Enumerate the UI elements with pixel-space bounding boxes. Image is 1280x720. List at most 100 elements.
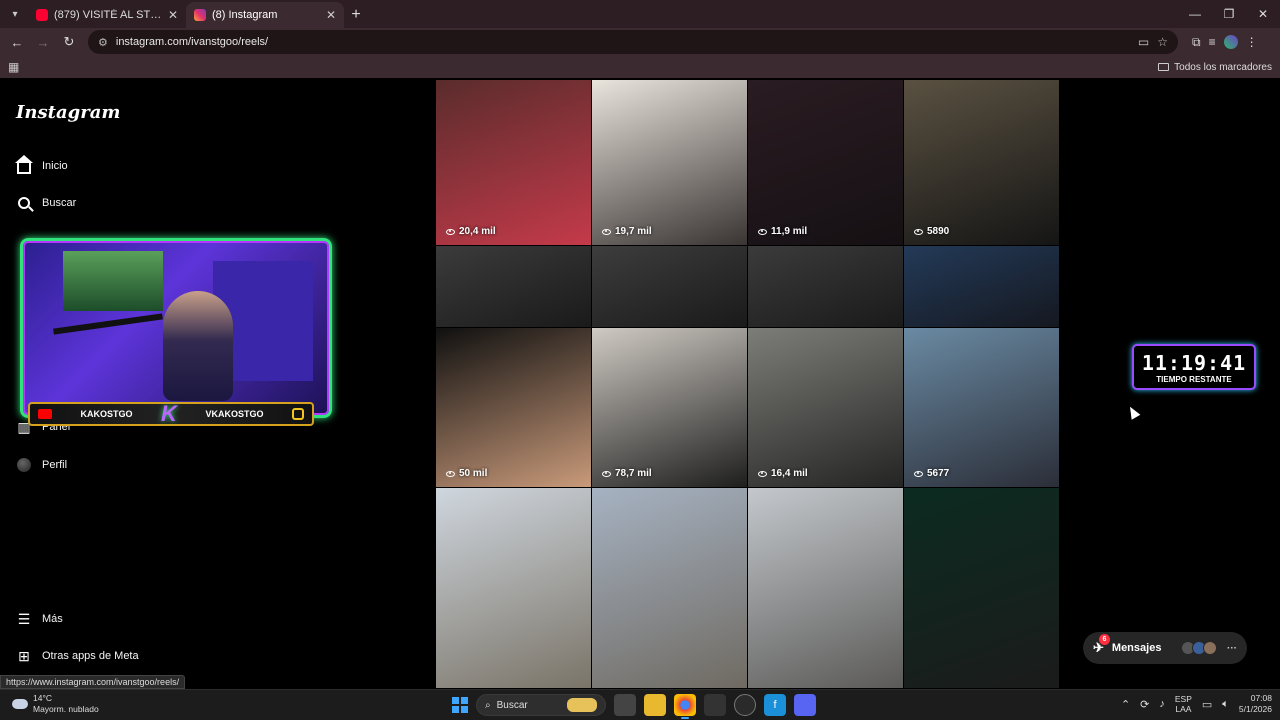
all-bookmarks-button[interactable]: Todos los marcadores [1158,62,1272,73]
windows-taskbar: 14°C Mayorm. nublado ⌕ Buscar f ⌃ ⟳ ♪ ES… [0,689,1280,720]
volume-icon[interactable]: 🔈︎ [1222,698,1229,711]
back-button[interactable]: ← [6,31,28,53]
windows-start-icon[interactable] [452,697,468,713]
app-icon[interactable] [704,694,726,716]
view-count: 5677 [914,468,949,479]
k-logo: K [161,401,177,426]
extensions-icon[interactable]: ⧉ [1192,35,1201,50]
nav-more[interactable]: ☰ Más [16,611,63,627]
network-icon[interactable]: ▭ [1202,698,1212,711]
file-explorer-icon[interactable] [644,694,666,716]
weather-widget[interactable]: 14°C Mayorm. nublado [12,693,99,715]
view-count-text: 50 mil [459,468,488,479]
sync-icon[interactable]: ⟳ [1140,698,1149,711]
taskbar-search[interactable]: ⌕ Buscar [476,694,606,716]
restore-button[interactable]: ❐ [1212,0,1246,28]
reel-thumbnail[interactable]: 20,4 mil [436,80,591,245]
weather-temp: 14°C [33,693,52,703]
eye-icon [602,228,611,235]
meta-icon: ⊞ [18,647,30,664]
reel-thumbnail[interactable] [904,246,1059,327]
view-count: 19,7 mil [602,226,652,237]
reel-thumbnail[interactable] [748,488,903,688]
view-count-text: 11,9 mil [771,226,808,237]
reel-thumbnail[interactable] [748,246,903,327]
nav-label: Más [42,613,63,625]
timer-label: TIEMPO RESTANTE [1156,374,1232,384]
tab-instagram[interactable]: (8) Instagram ✕ [186,2,344,28]
app-f-icon[interactable]: f [764,694,786,716]
url-text: instagram.com/ivanstgoo/reels/ [115,36,269,48]
search-highlight-icon [567,698,597,712]
close-window-button[interactable]: ✕ [1246,0,1280,28]
address-bar[interactable]: ⚙ instagram.com/ivanstgoo/reels/ ▭ ☆ [88,30,1178,54]
forward-button[interactable]: → [32,31,54,53]
clock[interactable]: 07:08 5/1/2026 [1239,693,1272,715]
reel-thumbnail[interactable]: 19,7 mil [592,80,747,245]
reel-thumbnail[interactable]: 78,7 mil [592,328,747,487]
profile-avatar[interactable] [1223,35,1238,49]
screen: ▾ (879) VISITÉ AL STREAMER MÁS ✕ (8) Ins… [0,0,1280,720]
nav-label: Otras apps de Meta [42,650,139,662]
window-background [63,251,163,311]
eye-icon [758,470,767,477]
mic-icon[interactable]: ♪ [1159,698,1165,710]
discord-icon[interactable] [794,694,816,716]
language-indicator[interactable]: ESP LAA [1175,694,1192,714]
left-handle: KAKOSTGO [80,409,133,419]
tab-youtube[interactable]: (879) VISITÉ AL STREAMER MÁS ✕ [28,2,186,28]
view-count: 11,9 mil [758,226,807,237]
instagram-icon [194,9,206,21]
reload-button[interactable]: ↻ [58,31,80,53]
nav-profile[interactable]: Perfil [16,457,67,473]
cast-icon[interactable]: ▭ [1138,35,1149,49]
reel-thumbnail[interactable] [436,246,591,327]
all-bookmarks-label: Todos los marcadores [1174,61,1272,73]
reel-thumbnail[interactable]: 5677 [904,328,1059,487]
reel-thumbnail[interactable]: 5890 [904,80,1059,245]
streamer-figure [163,291,233,401]
chrome-icon[interactable] [674,694,696,719]
site-info-icon[interactable]: ⚙ [98,36,108,49]
toolbar-actions: ⧉ ≡ ⋮ [1192,35,1258,50]
browser-toolbar: ← → ↻ ⚙ instagram.com/ivanstgoo/reels/ ▭… [0,28,1280,56]
bookmark-star-icon[interactable]: ☆ [1157,35,1168,49]
reel-thumbnail[interactable] [904,488,1059,688]
lang-layout: LAA [1175,704,1192,714]
nav-home[interactable]: Inicio [15,155,68,174]
new-tab-button[interactable]: + [344,2,368,28]
chevron-up-icon[interactable]: ⌃ [1121,698,1130,711]
reel-thumbnail[interactable] [592,488,747,688]
reading-list-icon[interactable]: ≡ [1209,35,1216,49]
menu-kebab-icon[interactable]: ⋮ [1246,35,1258,49]
minimize-button[interactable]: — [1178,0,1212,28]
instagram-page: Instagram Inicio Buscar ▥ Panel Perfil ☰… [0,80,1280,688]
reel-thumbnail[interactable]: 50 mil [436,328,591,487]
view-count-text: 16,4 mil [771,468,808,479]
reel-thumbnail[interactable] [436,488,591,688]
folder-icon [1158,63,1170,71]
nav-search[interactable]: Buscar [16,195,76,211]
reel-thumbnail[interactable]: 16,4 mil [748,328,903,487]
microphone-arm [53,313,163,335]
right-handle: VKAKOSTGO [205,409,264,419]
stream-handles-banner: KAKOSTGO K VKAKOSTGO [28,401,314,426]
messages-button[interactable]: ✈ 6 Mensajes ··· [1083,632,1247,664]
eye-icon [914,228,923,235]
apps-grid-icon[interactable]: ▦ [8,60,19,74]
task-view-icon[interactable] [614,694,636,716]
close-tab-icon[interactable]: ✕ [326,8,336,22]
menu-icon: ☰ [17,610,31,627]
reel-thumbnail[interactable] [592,246,747,327]
reel-thumbnail[interactable]: 11,9 mil [748,80,903,245]
cloud-icon [12,699,28,709]
tab-title: (879) VISITÉ AL STREAMER MÁS [54,9,162,21]
nav-meta-apps[interactable]: ⊞ Otras apps de Meta [16,647,139,664]
window-controls: — ❐ ✕ [1178,0,1280,28]
close-tab-icon[interactable]: ✕ [168,8,178,22]
youtube-icon [38,409,52,419]
instagram-logo[interactable]: Instagram [16,102,120,123]
obs-icon[interactable] [734,694,756,716]
tab-search-icon[interactable]: ▾ [2,1,28,27]
eye-icon [758,228,767,235]
